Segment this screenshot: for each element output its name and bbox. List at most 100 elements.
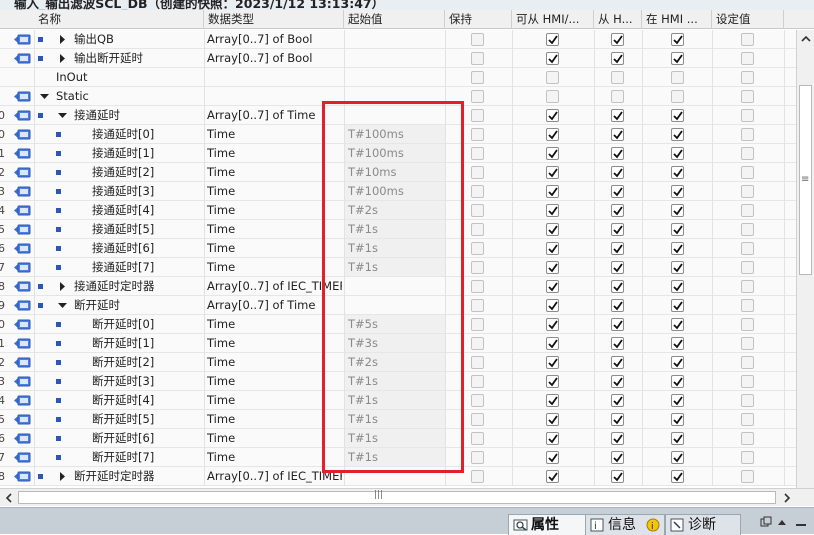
hmi-accessible-checkbox[interactable]	[546, 52, 559, 65]
hmi-visible-checkbox[interactable]	[671, 318, 684, 331]
table-row[interactable]: 1 断开延时[1] Time T#3s	[0, 334, 796, 353]
data-type-cell[interactable]: Array[0..7] of IEC_TIMER	[207, 277, 342, 296]
start-value-text[interactable]: T#1s	[348, 448, 378, 467]
retain-checkbox[interactable]	[471, 432, 484, 445]
hmi-accessible-checkbox[interactable]	[546, 128, 559, 141]
col-setpoint[interactable]: 设定值	[712, 10, 784, 29]
variable-name[interactable]: 断开延时[7]	[92, 448, 154, 467]
hmi-writable-checkbox[interactable]	[611, 166, 624, 179]
variable-name[interactable]: 接通延时[5]	[92, 220, 154, 239]
expand-arrow-icon[interactable]	[58, 472, 67, 481]
start-value-text[interactable]: T#2s	[348, 353, 378, 372]
hmi-accessible-checkbox[interactable]	[546, 318, 559, 331]
table-row[interactable]: 7 接通延时[7] Time T#1s	[0, 258, 796, 277]
table-row[interactable]: 5 接通延时[5] Time T#1s	[0, 220, 796, 239]
variable-name[interactable]: 接通延时[6]	[92, 239, 154, 258]
expand-arrow-icon[interactable]	[58, 282, 67, 291]
start-value-text[interactable]: T#1s	[348, 258, 378, 277]
hmi-writable-checkbox[interactable]	[611, 280, 624, 293]
data-type-cell[interactable]: Time	[207, 220, 342, 239]
chevron-left-icon[interactable]	[2, 490, 16, 506]
setpoint-checkbox[interactable]	[741, 90, 754, 103]
setpoint-checkbox[interactable]	[741, 356, 754, 369]
retain-checkbox[interactable]	[471, 470, 484, 483]
hmi-visible-checkbox[interactable]	[671, 128, 684, 141]
hmi-visible-checkbox[interactable]	[671, 71, 684, 84]
horizontal-scrollbar[interactable]: |||	[0, 488, 814, 506]
hmi-writable-checkbox[interactable]	[611, 90, 624, 103]
col-hmi-visible[interactable]: 在 HMI ...	[642, 10, 712, 29]
data-type-cell[interactable]: Time	[207, 144, 342, 163]
hmi-accessible-checkbox[interactable]	[546, 299, 559, 312]
hmi-writable-checkbox[interactable]	[611, 394, 624, 407]
hmi-writable-checkbox[interactable]	[611, 413, 624, 426]
tab-properties[interactable]: 属性	[508, 514, 586, 535]
variable-name[interactable]: 接通延时[7]	[92, 258, 154, 277]
variable-name[interactable]: 接通延时	[74, 106, 120, 125]
hmi-accessible-checkbox[interactable]	[546, 432, 559, 445]
table-row[interactable]: 1 接通延时[1] Time T#100ms	[0, 144, 796, 163]
collapse-arrow-icon[interactable]	[58, 301, 67, 310]
retain-checkbox[interactable]	[471, 318, 484, 331]
col-hmi-writable[interactable]: 从 H...	[594, 10, 642, 29]
table-row[interactable]: 2 断开延时[2] Time T#2s	[0, 353, 796, 372]
hmi-visible-checkbox[interactable]	[671, 242, 684, 255]
vertical-scrollbar[interactable]: ≡	[796, 30, 814, 488]
hmi-accessible-checkbox[interactable]	[546, 261, 559, 274]
hmi-accessible-checkbox[interactable]	[546, 356, 559, 369]
hmi-writable-checkbox[interactable]	[611, 337, 624, 350]
start-value-text[interactable]: T#1s	[348, 429, 378, 448]
variable-name[interactable]: 接通延时[2]	[92, 163, 154, 182]
col-name[interactable]: 名称	[34, 10, 204, 29]
variable-name[interactable]: 断开延时[2]	[92, 353, 154, 372]
hmi-visible-checkbox[interactable]	[671, 337, 684, 350]
variable-name[interactable]: 断开延时定时器	[74, 467, 155, 486]
data-type-cell[interactable]: Array[0..7] of Bool	[207, 30, 342, 49]
col-start-value[interactable]: 起始值	[344, 10, 445, 29]
retain-checkbox[interactable]	[471, 185, 484, 198]
retain-checkbox[interactable]	[471, 90, 484, 103]
setpoint-checkbox[interactable]	[741, 261, 754, 274]
setpoint-checkbox[interactable]	[741, 337, 754, 350]
retain-checkbox[interactable]	[471, 375, 484, 388]
tab-diagnostics[interactable]: 诊断	[665, 514, 741, 535]
retain-checkbox[interactable]	[471, 413, 484, 426]
data-type-cell[interactable]: Time	[207, 182, 342, 201]
hmi-accessible-checkbox[interactable]	[546, 166, 559, 179]
retain-checkbox[interactable]	[471, 71, 484, 84]
start-value-text[interactable]: T#100ms	[348, 144, 404, 163]
setpoint-checkbox[interactable]	[741, 147, 754, 160]
hmi-writable-checkbox[interactable]	[611, 470, 624, 483]
variable-name[interactable]: 接通延时[4]	[92, 201, 154, 220]
hmi-accessible-checkbox[interactable]	[546, 109, 559, 122]
variable-name[interactable]: 断开延时[6]	[92, 429, 154, 448]
table-row[interactable]: 输出断开延时 Array[0..7] of Bool	[0, 49, 796, 68]
retain-checkbox[interactable]	[471, 147, 484, 160]
hmi-visible-checkbox[interactable]	[671, 470, 684, 483]
hmi-visible-checkbox[interactable]	[671, 166, 684, 179]
retain-checkbox[interactable]	[471, 52, 484, 65]
hmi-visible-checkbox[interactable]	[671, 33, 684, 46]
setpoint-checkbox[interactable]	[741, 413, 754, 426]
retain-checkbox[interactable]	[471, 356, 484, 369]
hmi-accessible-checkbox[interactable]	[546, 71, 559, 84]
collapse-arrow-icon[interactable]	[40, 92, 49, 101]
setpoint-checkbox[interactable]	[741, 394, 754, 407]
hmi-visible-checkbox[interactable]	[671, 375, 684, 388]
col-datatype[interactable]: 数据类型	[204, 10, 344, 29]
hmi-writable-checkbox[interactable]	[611, 204, 624, 217]
variable-name[interactable]: 断开延时[3]	[92, 372, 154, 391]
data-type-cell[interactable]: Array[0..7] of Time	[207, 296, 342, 315]
hmi-writable-checkbox[interactable]	[611, 261, 624, 274]
variable-name[interactable]: 输出断开延时	[74, 49, 143, 68]
retain-checkbox[interactable]	[471, 109, 484, 122]
hmi-accessible-checkbox[interactable]	[546, 223, 559, 236]
hmi-accessible-checkbox[interactable]	[546, 90, 559, 103]
hmi-writable-checkbox[interactable]	[611, 52, 624, 65]
hmi-accessible-checkbox[interactable]	[546, 394, 559, 407]
data-type-cell[interactable]: Array[0..7] of Time	[207, 106, 342, 125]
setpoint-checkbox[interactable]	[741, 33, 754, 46]
setpoint-checkbox[interactable]	[741, 318, 754, 331]
horizontal-scroll-thumb[interactable]: |||	[18, 490, 776, 504]
hmi-visible-checkbox[interactable]	[671, 413, 684, 426]
